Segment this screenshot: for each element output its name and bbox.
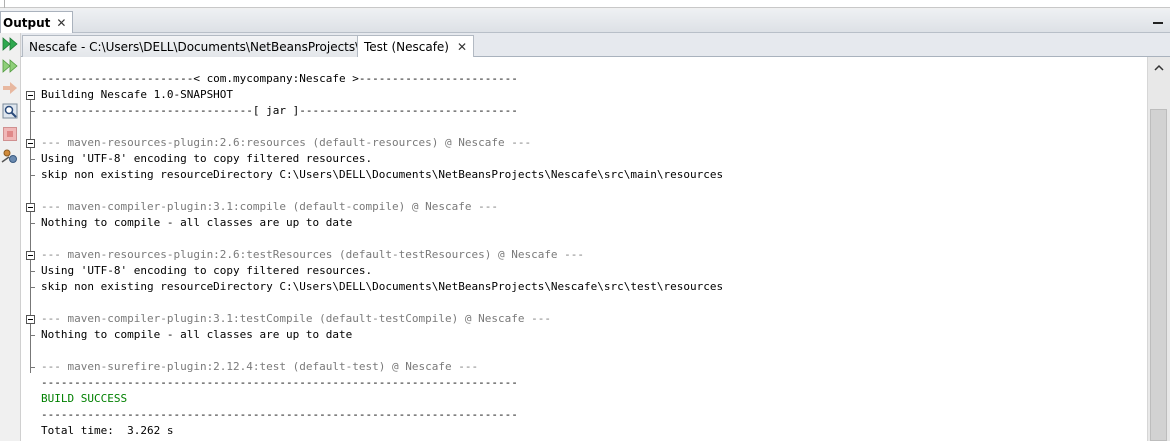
output-window-header: Output ✕ bbox=[0, 9, 1170, 33]
stop-icon[interactable] bbox=[1, 125, 19, 143]
console-line: --- maven-compiler-plugin:3.1:testCompil… bbox=[41, 312, 551, 325]
console-line: Using 'UTF-8' encoding to copy filtered … bbox=[41, 152, 373, 165]
console-line: Nothing to compile - all classes are up … bbox=[41, 216, 353, 229]
console-line: --- maven-compiler-plugin:3.1:compile (d… bbox=[41, 200, 498, 213]
fold-tick bbox=[30, 111, 35, 112]
fold-toggle-icon[interactable] bbox=[26, 315, 35, 324]
close-output-icon[interactable]: ✕ bbox=[56, 16, 66, 30]
output-subtabs: Nescafe - C:\Users\DELL\Documents\NetBea… bbox=[21, 33, 1170, 58]
console-line: --------------------------------[ jar ]-… bbox=[41, 104, 518, 117]
console-line: --- maven-resources-plugin:2.6:resources… bbox=[41, 136, 532, 149]
fold-tick bbox=[30, 159, 35, 160]
console-line: --- maven-surefire-plugin:2.12.4:test (d… bbox=[41, 360, 479, 373]
rerun-icon[interactable] bbox=[1, 35, 19, 53]
output-tab-label: Output bbox=[3, 15, 51, 30]
rerun-goals-icon[interactable] bbox=[1, 57, 19, 75]
fold-tick bbox=[30, 367, 35, 368]
build-success-line: BUILD SUCCESS bbox=[41, 392, 128, 405]
console-line: Building Nescafe 1.0-SNAPSHOT bbox=[41, 88, 234, 101]
output-tab[interactable]: Output ✕ bbox=[0, 11, 74, 33]
close-tab-icon[interactable]: ✕ bbox=[457, 40, 467, 54]
minimize-window-button[interactable] bbox=[1152, 14, 1164, 26]
console-line: Using 'UTF-8' encoding to copy filtered … bbox=[41, 264, 373, 277]
console-line: skip non existing resourceDirectory C:\U… bbox=[41, 280, 724, 293]
fold-tick bbox=[30, 287, 35, 288]
console-output[interactable]: -----------------------< com.mycompany:N… bbox=[21, 57, 1147, 441]
console-line: Total time: 3.262 s bbox=[41, 424, 174, 437]
fold-toggle-icon[interactable] bbox=[26, 139, 35, 148]
console-line: --- maven-resources-plugin:2.6:testResou… bbox=[41, 248, 585, 261]
fold-toggle-icon[interactable] bbox=[26, 91, 35, 100]
top-strip bbox=[0, 0, 1170, 8]
search-icon[interactable] bbox=[1, 102, 19, 120]
settings-icon[interactable] bbox=[1, 147, 19, 165]
console-line: Nothing to compile - all classes are up … bbox=[41, 328, 353, 341]
console-line: skip non existing resourceDirectory C:\U… bbox=[41, 168, 724, 181]
tab-nescafe-build-label: Nescafe - C:\Users\DELL\Documents\NetBea… bbox=[29, 39, 408, 54]
vertical-scrollbar[interactable] bbox=[1147, 57, 1170, 441]
scrollbar-thumb[interactable] bbox=[1150, 109, 1167, 441]
fold-tick bbox=[30, 271, 35, 272]
console-line: -----------------------< com.mycompany:N… bbox=[41, 72, 518, 85]
scroll-up-icon[interactable] bbox=[1152, 61, 1166, 75]
output-toolbar bbox=[0, 33, 21, 441]
fold-tick bbox=[30, 223, 35, 224]
console-line: ----------------------------------------… bbox=[41, 376, 518, 389]
console-line: ----------------------------------------… bbox=[41, 408, 518, 421]
stop-arrow-icon[interactable] bbox=[1, 79, 19, 97]
fold-tick bbox=[30, 335, 35, 336]
fold-toggle-icon[interactable] bbox=[26, 203, 35, 212]
tab-test-nescafe-label: Test (Nescafe) bbox=[364, 40, 449, 54]
tab-test-nescafe[interactable]: Test (Nescafe) ✕ bbox=[357, 35, 475, 58]
fold-tick bbox=[30, 175, 35, 176]
fold-guide-line bbox=[30, 95, 31, 373]
fold-toggle-icon[interactable] bbox=[26, 251, 35, 260]
top-strip-edge bbox=[0, 0, 5, 8]
